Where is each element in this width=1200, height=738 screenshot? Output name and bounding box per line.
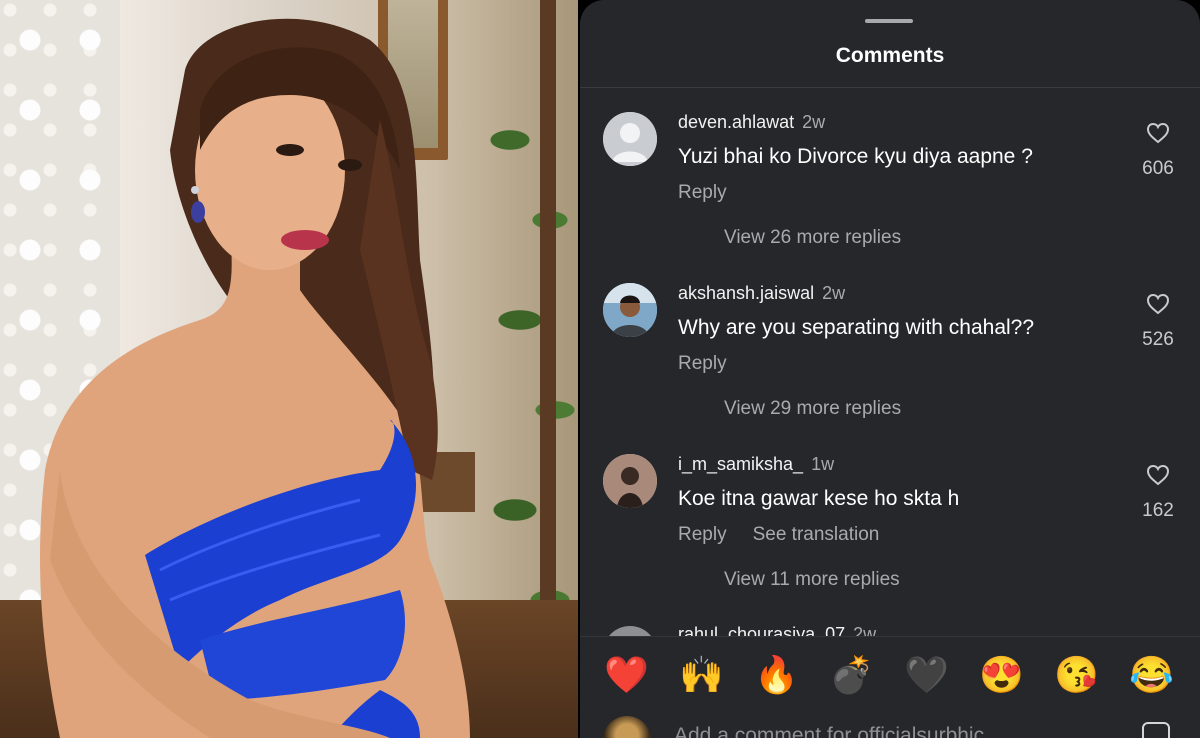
comment-username[interactable]: deven.ahlawat 2w [678,112,825,133]
heart-icon[interactable] [1146,122,1170,144]
like-count: 162 [1142,500,1174,521]
reaction-fire[interactable]: 🔥 [754,653,799,697]
see-translation-button[interactable]: See translation [753,524,880,545]
reaction-heart-eyes[interactable]: 😍 [979,653,1024,697]
username-text[interactable]: rahul_chourasiya_07 [678,624,845,636]
comment-input[interactable]: Add a comment for officialsurbhic... [674,724,1002,738]
comment-actions: Reply See translation [678,524,905,546]
like-control[interactable]: 606 [1128,122,1188,180]
username-text[interactable]: deven.ahlawat [678,112,794,132]
header-divider [580,87,1200,88]
comment-time: 2w [853,624,877,636]
user-avatar[interactable] [603,454,657,508]
current-user-avatar [603,716,651,738]
comment-item: akshansh.jaiswal 2w Why are you separatin… [580,283,1200,453]
like-count: 526 [1142,329,1174,350]
user-avatar[interactable] [603,626,657,636]
comment-time: 2w [802,112,826,132]
comments-sheet: Comments deven.ahlawat 2w Yuzi bhai ko Di… [580,0,1200,738]
user-avatar[interactable] [603,283,657,337]
view-replies-button[interactable]: View 11 more replies [724,569,900,591]
comment-item: i_m_samiksha_ 1w Koe itna gawar kese ho s… [580,454,1200,624]
reaction-raised-hands[interactable]: 🙌 [679,653,724,697]
reaction-heart[interactable]: ❤️ [604,653,649,697]
comment-time: 2w [822,283,846,303]
woman-figure [40,18,470,738]
comment-actions: Reply [678,353,753,375]
drag-handle[interactable] [865,19,913,23]
like-count: 606 [1142,158,1174,179]
comment-username[interactable]: i_m_samiksha_ 1w [678,454,834,475]
like-control[interactable]: 162 [1128,464,1188,522]
reaction-bomb[interactable]: 💣 [829,653,874,697]
username-text[interactable]: i_m_samiksha_ [678,454,803,474]
gif-sticker-icon[interactable] [1142,722,1170,738]
reply-button[interactable]: Reply [678,353,727,374]
comment-item-partial: rahul_chourasiya_07 2w [580,620,1200,636]
view-replies-button[interactable]: View 29 more replies [724,398,901,420]
quick-reactions-bar: ❤️ 🙌 🔥 💣 🖤 😍 😘 😂 [580,636,1200,713]
username-text[interactable]: akshansh.jaiswal [678,283,814,303]
comment-username[interactable]: rahul_chourasiya_07 2w [678,624,876,636]
comment-time: 1w [811,454,835,474]
post-photo [0,0,580,738]
reaction-laughing[interactable]: 😂 [1129,653,1174,697]
heart-icon[interactable] [1146,464,1170,486]
comment-text: Why are you separating with chahal?? [678,316,1035,339]
like-control[interactable]: 526 [1128,293,1188,351]
sheet-title: Comments [835,44,945,67]
view-replies-button[interactable]: View 26 more replies [724,227,901,249]
comment-text: Koe itna gawar kese ho skta h [678,487,960,510]
comment-composer: Add a comment for officialsurbhic... [580,712,1200,738]
comment-item: deven.ahlawat 2w Yuzi bhai ko Divorce kyu… [580,112,1200,282]
comment-username[interactable]: akshansh.jaiswal 2w [678,283,845,304]
comment-text: Yuzi bhai ko Divorce kyu diya aapne ? [678,145,1033,168]
comment-actions: Reply [678,182,753,204]
reaction-black-heart[interactable]: 🖤 [904,653,949,697]
reply-button[interactable]: Reply [678,524,727,545]
heart-icon[interactable] [1146,293,1170,315]
reaction-kiss[interactable]: 😘 [1054,653,1099,697]
reply-button[interactable]: Reply [678,182,727,203]
default-avatar-icon[interactable] [603,112,657,166]
